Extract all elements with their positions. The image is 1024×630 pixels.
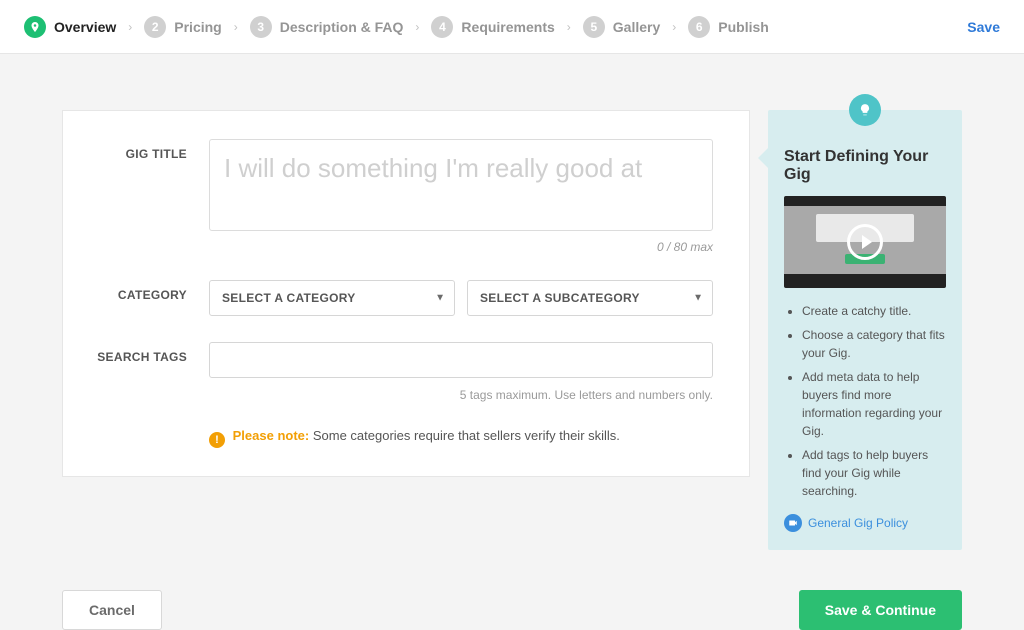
cancel-button[interactable]: Cancel (62, 590, 162, 630)
play-icon (847, 224, 883, 260)
note-prefix: Please note: (233, 428, 310, 443)
lightbulb-icon (849, 94, 881, 126)
step-label: Gallery (613, 19, 660, 35)
help-tip: Add meta data to help buyers find more i… (802, 368, 946, 440)
step-publish[interactable]: 6 Publish (688, 16, 769, 38)
step-number: 3 (250, 16, 272, 38)
step-active-icon (24, 16, 46, 38)
general-gig-policy-link[interactable]: General Gig Policy (784, 514, 946, 532)
help-panel: Start Defining Your Gig Create a catchy … (768, 110, 962, 550)
step-number: 6 (688, 16, 710, 38)
policy-link-label: General Gig Policy (808, 516, 908, 530)
help-video-thumbnail[interactable] (784, 196, 946, 288)
gig-title-label: GIG TITLE (91, 139, 209, 254)
chevron-right-icon: › (228, 20, 244, 34)
video-camera-icon (784, 514, 802, 532)
category-label: CATEGORY (91, 280, 209, 316)
location-pin-icon (29, 21, 41, 33)
gig-title-counter: 0 / 80 max (209, 240, 713, 254)
help-tip: Choose a category that fits your Gig. (802, 326, 946, 362)
form-actions: Cancel Save & Continue (62, 590, 962, 630)
save-link[interactable]: Save (967, 19, 1000, 35)
step-requirements[interactable]: 4 Requirements (431, 16, 554, 38)
subcategory-select[interactable]: SELECT A SUBCATEGORY (467, 280, 713, 316)
search-tags-hint: 5 tags maximum. Use letters and numbers … (209, 388, 713, 402)
help-title: Start Defining Your Gig (784, 148, 946, 184)
gig-title-input[interactable] (209, 139, 713, 231)
step-label: Description & FAQ (280, 19, 404, 35)
warning-icon: ! (209, 432, 225, 448)
step-number: 2 (144, 16, 166, 38)
step-overview[interactable]: Overview (24, 16, 116, 38)
wizard-progress: Overview › 2 Pricing › 3 Description & F… (0, 0, 1024, 54)
chevron-right-icon: › (561, 20, 577, 34)
save-continue-button[interactable]: Save & Continue (799, 590, 962, 630)
step-number: 5 (583, 16, 605, 38)
help-tips-list: Create a catchy title. Choose a category… (784, 302, 946, 500)
search-tags-label: SEARCH TAGS (91, 342, 209, 448)
chevron-right-icon: › (122, 20, 138, 34)
step-description-faq[interactable]: 3 Description & FAQ (250, 16, 404, 38)
note-text: Some categories require that sellers ver… (313, 428, 620, 443)
step-label: Overview (54, 19, 116, 35)
step-pricing[interactable]: 2 Pricing (144, 16, 221, 38)
chevron-right-icon: › (409, 20, 425, 34)
wizard-steps: Overview › 2 Pricing › 3 Description & F… (24, 16, 769, 38)
help-tip: Add tags to help buyers find your Gig wh… (802, 446, 946, 500)
step-label: Pricing (174, 19, 221, 35)
step-label: Requirements (461, 19, 554, 35)
step-label: Publish (718, 19, 769, 35)
search-tags-input[interactable] (209, 342, 713, 378)
overview-form-card: GIG TITLE 0 / 80 max CATEGORY SELECT A C… (62, 110, 750, 477)
category-select[interactable]: SELECT A CATEGORY (209, 280, 455, 316)
step-gallery[interactable]: 5 Gallery (583, 16, 660, 38)
step-number: 4 (431, 16, 453, 38)
verify-skills-note: ! Please note: Some categories require t… (209, 428, 713, 448)
chevron-right-icon: › (666, 20, 682, 34)
help-tip: Create a catchy title. (802, 302, 946, 320)
